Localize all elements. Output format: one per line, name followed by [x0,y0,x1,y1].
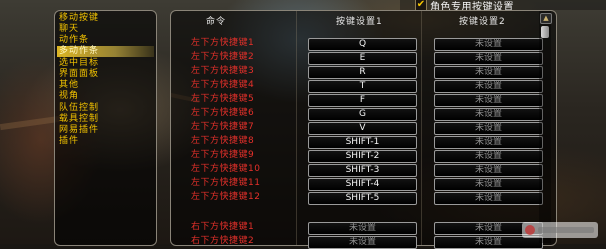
binding2-button[interactable]: 未设置 [434,178,543,191]
binding-command-label: 左下方快捷键4 [191,80,255,90]
binding1-button[interactable]: V [308,122,417,135]
binding-command-label: 右下方快捷键1 [191,222,255,232]
binding-command-label: 左下方快捷键2 [191,52,255,62]
binding2-button[interactable]: 未设置 [434,108,543,121]
binding1-button[interactable]: SHIFT-3 [308,164,417,177]
binding-command-label: 左下方快捷键11 [191,178,261,188]
binding1-button[interactable]: 未设置 [308,222,417,235]
binding1-button[interactable]: E [308,52,417,65]
column-header-binding2: 按键设置2 [459,17,506,27]
binding1-button[interactable]: SHIFT-1 [308,136,417,149]
site-watermark-logo [522,222,598,238]
binding1-button[interactable]: F [308,94,417,107]
category-item[interactable]: 多动作条 [57,46,154,57]
binding1-button[interactable]: R [308,66,417,79]
category-item[interactable]: 载具控制 [57,114,154,125]
binding-command-label: 左下方快捷键10 [191,164,261,174]
binding-command-label: 左下方快捷键7 [191,122,255,132]
binding-command-label: 左下方快捷键1 [191,38,255,48]
binding1-button[interactable]: SHIFT-4 [308,178,417,191]
background-beam [0,115,61,131]
scrollbar-thumb[interactable] [541,26,549,38]
binding2-button[interactable]: 未设置 [434,150,543,163]
binding1-button[interactable]: T [308,80,417,93]
binding2-button[interactable]: 未设置 [434,38,543,51]
category-item[interactable]: 界面面板 [57,69,154,80]
binding2-button[interactable]: 未设置 [434,122,543,135]
category-item[interactable]: 队伍控制 [57,103,154,114]
category-item[interactable]: 移动按键 [57,13,154,24]
binding-command-label: 左下方快捷键6 [191,108,255,118]
category-item[interactable]: 其他 [57,80,154,91]
binding1-button[interactable]: G [308,108,417,121]
category-item[interactable]: 网易插件 [57,125,154,136]
binding2-button[interactable]: 未设置 [434,136,543,149]
column-header-binding1: 按键设置1 [336,17,383,27]
binding-command-label: 左下方快捷键8 [191,136,255,146]
binding2-button[interactable]: 未设置 [434,192,543,205]
binding2-button[interactable]: 未设置 [434,66,543,79]
binding2-button[interactable]: 未设置 [434,94,543,107]
category-panel: 移动按键 聊天 动作条 多动作条 选中目标 界面面板 其他 视角 队伍控制 载具控制 网易插件 插件 [54,10,157,246]
binding1-button[interactable]: Q [308,38,417,51]
binding-command-label: 右下方快捷键2 [191,236,255,246]
category-item[interactable]: 动作条 [57,35,154,46]
category-item[interactable]: 选中目标 [57,58,154,69]
category-item[interactable]: 视角 [57,91,154,102]
column-divider [421,11,422,245]
binding-command-label: 左下方快捷键5 [191,94,255,104]
binding2-button[interactable]: 未设置 [434,52,543,65]
binding-command-label: 左下方快捷键9 [191,150,255,160]
scroll-up-arrow-icon[interactable]: ▲ [540,13,552,24]
binding2-button[interactable]: 未设置 [434,164,543,177]
binding-command-label: 左下方快捷键3 [191,66,255,76]
checkmark-icon: ✔ [416,0,426,10]
column-header-command: 命令 [206,17,227,27]
binding2-button[interactable]: 未设置 [434,80,543,93]
binding1-button[interactable]: SHIFT-5 [308,192,417,205]
binding-command-label: 左下方快捷键12 [191,192,261,202]
category-item[interactable]: 聊天 [57,24,154,35]
binding1-button[interactable]: SHIFT-2 [308,150,417,163]
key-binding-panel: 命令 按键设置1 按键设置2 左下方快捷键1 Q 未设置 左下方快捷键2 E 未设置 左下方… [170,10,557,249]
binding-scrollbar[interactable] [539,11,551,243]
category-item[interactable]: 插件 [57,136,154,147]
binding1-button[interactable]: 未设置 [308,236,417,249]
